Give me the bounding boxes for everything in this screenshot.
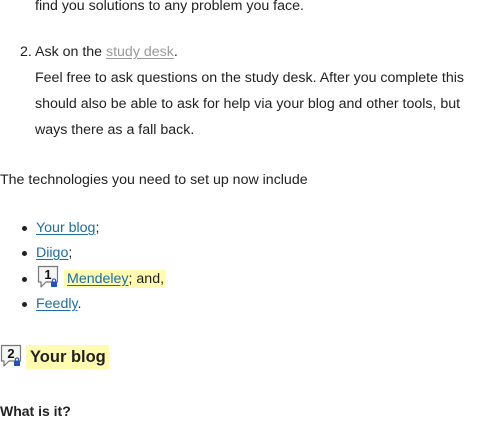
mendeley-link[interactable]: Mendeley bbox=[67, 271, 129, 287]
list-item-2-line-1: Feel free to ask questions on the study … bbox=[35, 70, 465, 86]
list-item-2-lead: Ask on the bbox=[35, 44, 106, 60]
list-item-2-number: 2. bbox=[20, 44, 32, 60]
list-item: Your blog; bbox=[36, 218, 99, 238]
bullet-marker bbox=[22, 277, 27, 282]
list-item: Diigo; bbox=[36, 243, 72, 263]
section-subheading: What is it? bbox=[0, 403, 71, 419]
technologies-intro: The technologies you need to set up now … bbox=[0, 172, 308, 188]
page-content: find you solutions to any problem you fa… bbox=[0, 0, 500, 437]
list-item-2-line-2: should also be able to ask for help via … bbox=[35, 96, 461, 112]
list-item-1-tail: find you solutions to any problem you fa… bbox=[35, 0, 304, 14]
study-desk-link[interactable]: study desk bbox=[106, 44, 174, 60]
note-badge-number: 2 bbox=[7, 346, 14, 361]
list-item: Mendeley; and, bbox=[64, 269, 167, 289]
bullet-marker bbox=[22, 251, 27, 256]
diigo-link[interactable]: Diigo bbox=[36, 245, 68, 261]
list-item-suffix: ; bbox=[68, 245, 73, 261]
highlighted-text: Mendeley; and, bbox=[64, 270, 167, 288]
feedly-link[interactable]: Feedly bbox=[36, 296, 78, 312]
bullet-marker bbox=[22, 226, 27, 231]
section-heading: Your blog bbox=[26, 345, 109, 369]
comment-note-icon[interactable]: 1 bbox=[37, 265, 59, 289]
comment-note-icon[interactable]: 2 bbox=[0, 344, 22, 368]
list-item: Feedly. bbox=[36, 294, 81, 314]
list-item-2-title: 2. Ask on the study desk. bbox=[20, 42, 178, 62]
list-item-2-lead-end: . bbox=[173, 44, 178, 60]
note-badge-number: 1 bbox=[44, 267, 51, 282]
bullet-marker bbox=[22, 302, 27, 307]
list-item-suffix: . bbox=[77, 296, 82, 312]
list-item-2-line-3: ways there as a fall back. bbox=[35, 122, 195, 138]
list-item-suffix: ; bbox=[95, 220, 100, 236]
list-item-suffix: ; and, bbox=[128, 271, 165, 287]
your-blog-link[interactable]: Your blog bbox=[36, 220, 95, 236]
